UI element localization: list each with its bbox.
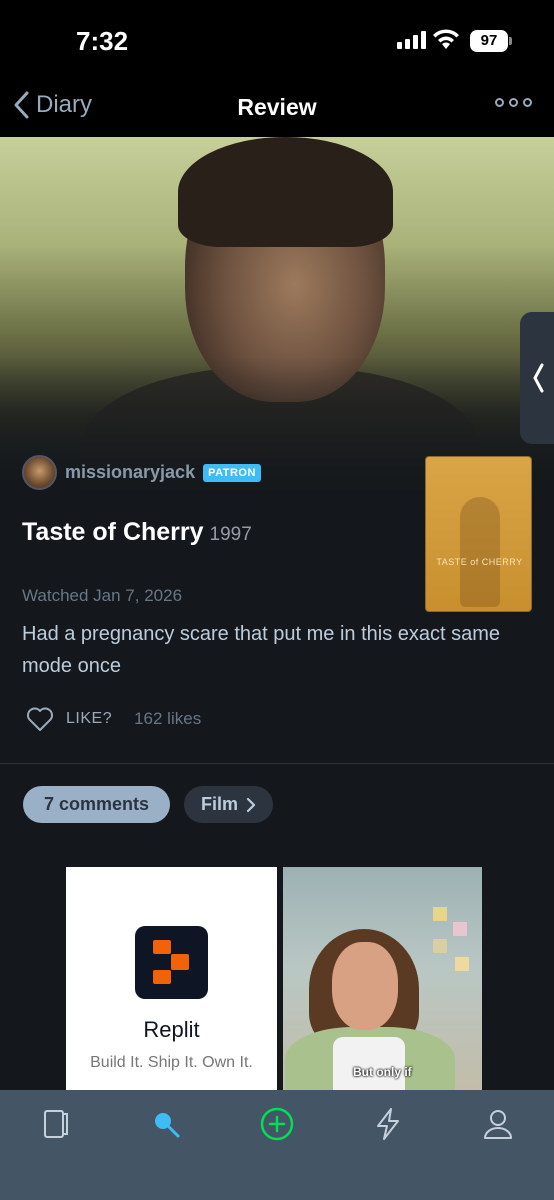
watched-date: Watched Jan 7, 2026 [22, 586, 183, 605]
status-bar: 7:32 97 [0, 0, 554, 80]
film-year[interactable]: 1997 [210, 524, 252, 546]
profile-icon [484, 1110, 512, 1139]
like-count[interactable]: 162 likes [134, 709, 201, 729]
ad-brand-name: Replit [143, 1017, 200, 1042]
search-icon [155, 1113, 180, 1138]
films-icon [44, 1110, 68, 1138]
side-panel-handle[interactable] [520, 312, 554, 444]
tab-search[interactable] [144, 1104, 188, 1144]
avatar[interactable] [22, 455, 57, 490]
patron-badge: PATRON [203, 463, 261, 482]
ad-video[interactable]: But only if [283, 867, 482, 1090]
replit-logo-icon [135, 926, 208, 999]
like-button[interactable]: LIKE? [66, 710, 112, 728]
heart-icon[interactable] [26, 706, 54, 732]
poster-title: TASTE of CHERRY [436, 557, 523, 567]
tab-activity[interactable] [366, 1104, 410, 1144]
film-button[interactable]: Film [184, 786, 273, 823]
tab-profile[interactable] [476, 1104, 520, 1144]
film-heading[interactable]: Taste of Cherry 1997 [22, 518, 252, 547]
wifi-icon [433, 29, 459, 49]
divider [0, 763, 554, 764]
dot-icon [509, 98, 518, 107]
film-label: Film [200, 794, 238, 814]
ad-caption: But only if [353, 1065, 412, 1079]
review-author[interactable]: missionaryjack PATRON [22, 455, 261, 490]
battery-icon: 97 [470, 30, 512, 52]
add-icon [260, 1107, 294, 1141]
status-time: 7:32 [76, 26, 129, 56]
cellular-signal-icon [397, 31, 426, 49]
comments-label: 7 comments [43, 794, 150, 814]
advertisement[interactable]: Replit Build It. Ship It. Own It. But on… [66, 867, 482, 1090]
backdrop-image [0, 137, 554, 497]
activity-icon [377, 1108, 399, 1140]
comments-button[interactable]: 7 comments [23, 786, 170, 823]
tab-add[interactable] [255, 1104, 299, 1144]
nav-bar: Diary Review [0, 80, 554, 137]
film-title[interactable]: Taste of Cherry [22, 518, 204, 547]
page-title: Review [237, 94, 317, 120]
like-row: LIKE? 162 likes [26, 706, 201, 732]
tab-bar [0, 1090, 554, 1200]
chevron-left-icon [533, 363, 544, 393]
review-text: Had a pregnancy scare that put me in thi… [22, 623, 501, 677]
author-username[interactable]: missionaryjack [65, 462, 195, 483]
dot-icon [495, 98, 504, 107]
chevron-right-icon [246, 797, 256, 812]
film-poster[interactable]: TASTE of CHERRY [425, 456, 532, 612]
more-options-button[interactable] [495, 98, 532, 107]
ad-tagline: Build It. Ship It. Own It. [90, 1054, 253, 1071]
ad-brand-panel[interactable]: Replit Build It. Ship It. Own It. [66, 867, 277, 1090]
dot-icon [523, 98, 532, 107]
tab-films[interactable] [34, 1104, 78, 1144]
